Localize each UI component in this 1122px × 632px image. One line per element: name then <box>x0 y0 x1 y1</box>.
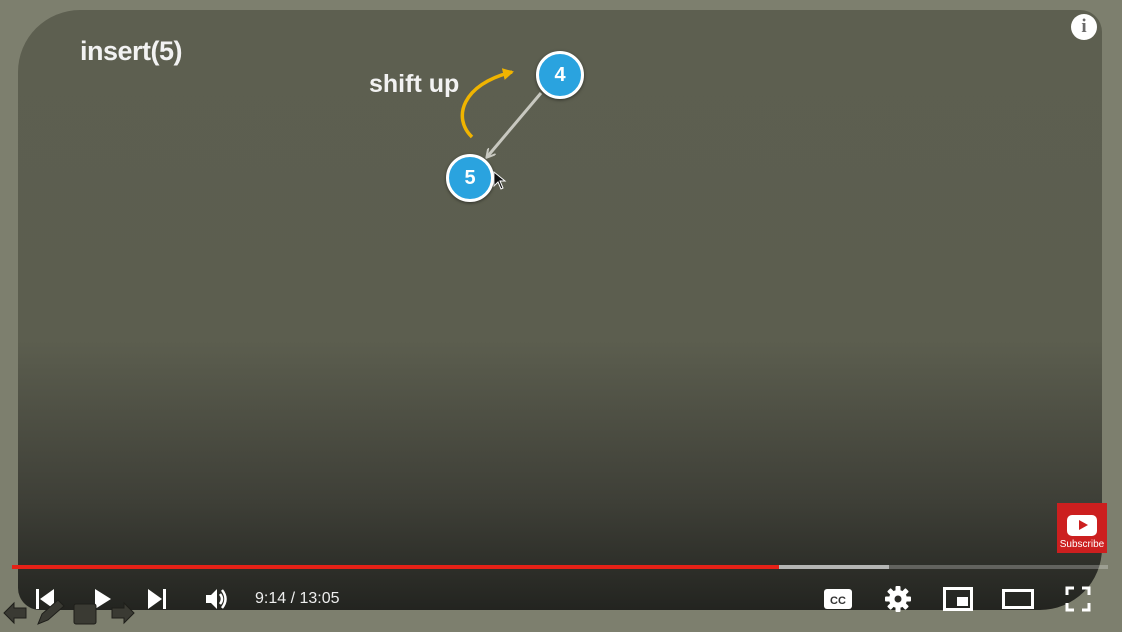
closed-captions-button[interactable]: CC <box>815 576 861 622</box>
settings-button[interactable] <box>875 576 921 622</box>
video-player[interactable]: insert(5) shift up 4 5 i Subscribe 9:14 … <box>0 0 1122 632</box>
notes-icon <box>73 603 97 625</box>
volume-icon <box>206 589 227 609</box>
heap-node-4: 4 <box>536 51 584 99</box>
svg-text:CC: CC <box>830 595 846 607</box>
progress-bar[interactable] <box>12 565 1108 569</box>
subscribe-label: Subscribe <box>1059 539 1105 550</box>
theater-mode-icon <box>1002 589 1034 609</box>
mouse-cursor-icon <box>493 170 507 190</box>
back-arrow-icon <box>3 601 27 625</box>
time-display: 9:14 / 13:05 <box>255 590 340 607</box>
miniplayer-button[interactable] <box>935 576 981 622</box>
forward-arrow-icon <box>111 601 135 625</box>
fullscreen-button[interactable] <box>1055 576 1101 622</box>
youtube-logo-icon <box>1067 515 1097 536</box>
played-bar <box>12 565 780 569</box>
fullscreen-icon <box>1065 586 1091 612</box>
theater-mode-button[interactable] <box>995 576 1041 622</box>
settings-icon <box>885 586 911 612</box>
shift-up-arrow <box>460 68 514 139</box>
heap-node-5: 5 <box>446 154 494 202</box>
info-icon[interactable]: i <box>1071 14 1097 40</box>
player-controls: 9:14 / 13:05 CC <box>0 576 1122 622</box>
subscribe-button[interactable]: Subscribe <box>1057 503 1107 553</box>
tree-edge <box>487 92 543 157</box>
next-button[interactable] <box>134 576 180 622</box>
closed-captions-icon: CC <box>824 589 852 609</box>
volume-button[interactable] <box>194 576 240 622</box>
pen-icon <box>37 599 65 625</box>
miniplayer-icon <box>943 587 973 611</box>
annotation-toolbar[interactable] <box>2 598 137 628</box>
next-icon <box>148 589 166 609</box>
